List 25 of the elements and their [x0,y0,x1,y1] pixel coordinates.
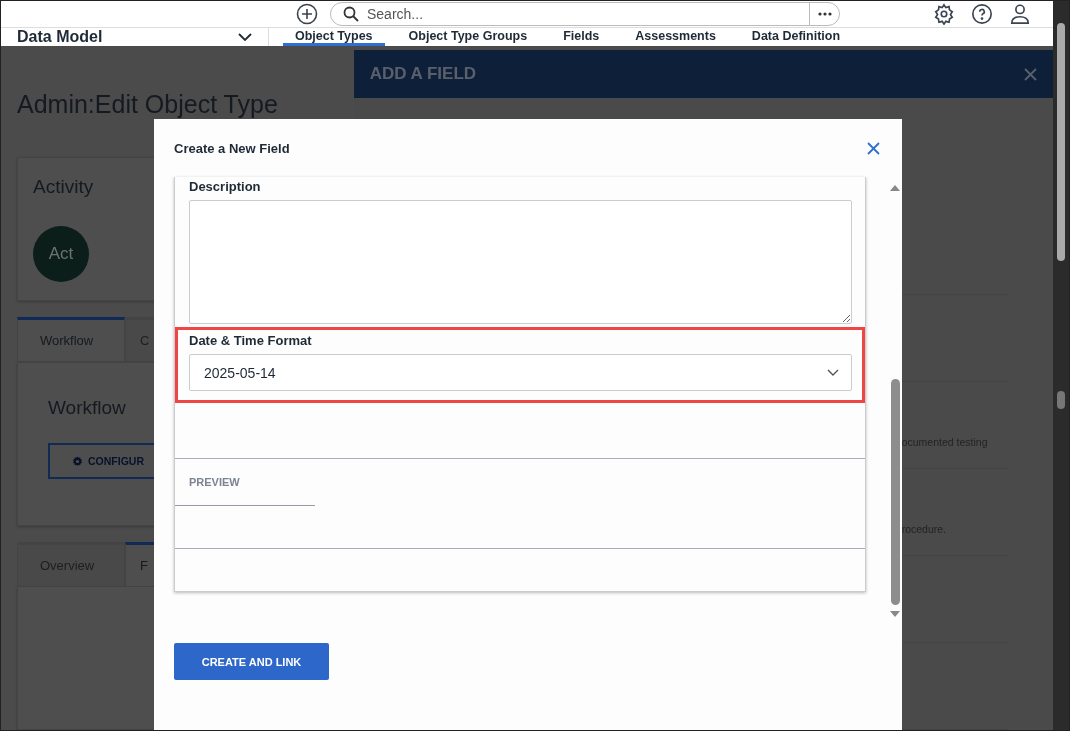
nav-tab[interactable]: Data Definition [739,28,853,46]
field-label: Description [189,179,262,196]
create-button[interactable]: CREATE AND LINK [174,643,329,680]
more-icon [817,12,832,16]
date-format-dropdown[interactable]: 2025-05-14 [189,354,852,391]
add-icon[interactable] [294,1,320,27]
chevron-down-icon [238,33,252,41]
description-field[interactable] [189,200,852,324]
help-icon[interactable] [969,1,995,27]
gear-icon [72,455,83,467]
card-title: Activity [33,176,94,198]
field-label: Date & Time Format [189,333,313,350]
page-title: Admin:Edit Object Type [17,90,279,119]
close-icon[interactable] [1024,67,1037,81]
nav-tab[interactable]: Fields [551,28,612,46]
search-icon [343,6,359,22]
drawer-title: ADD A FIELD [369,64,477,84]
avatar: Act [33,226,89,282]
dialog-title: Create a New Field [174,140,290,156]
close-icon[interactable] [867,141,880,155]
preview-tab[interactable]: PREVIEW [175,459,315,506]
section-title: Workflow [48,397,127,419]
nav-tab[interactable]: Object Type Groups [396,28,540,46]
chevron-down-icon [827,369,839,376]
nav-tab[interactable]: Assessments [623,28,728,46]
